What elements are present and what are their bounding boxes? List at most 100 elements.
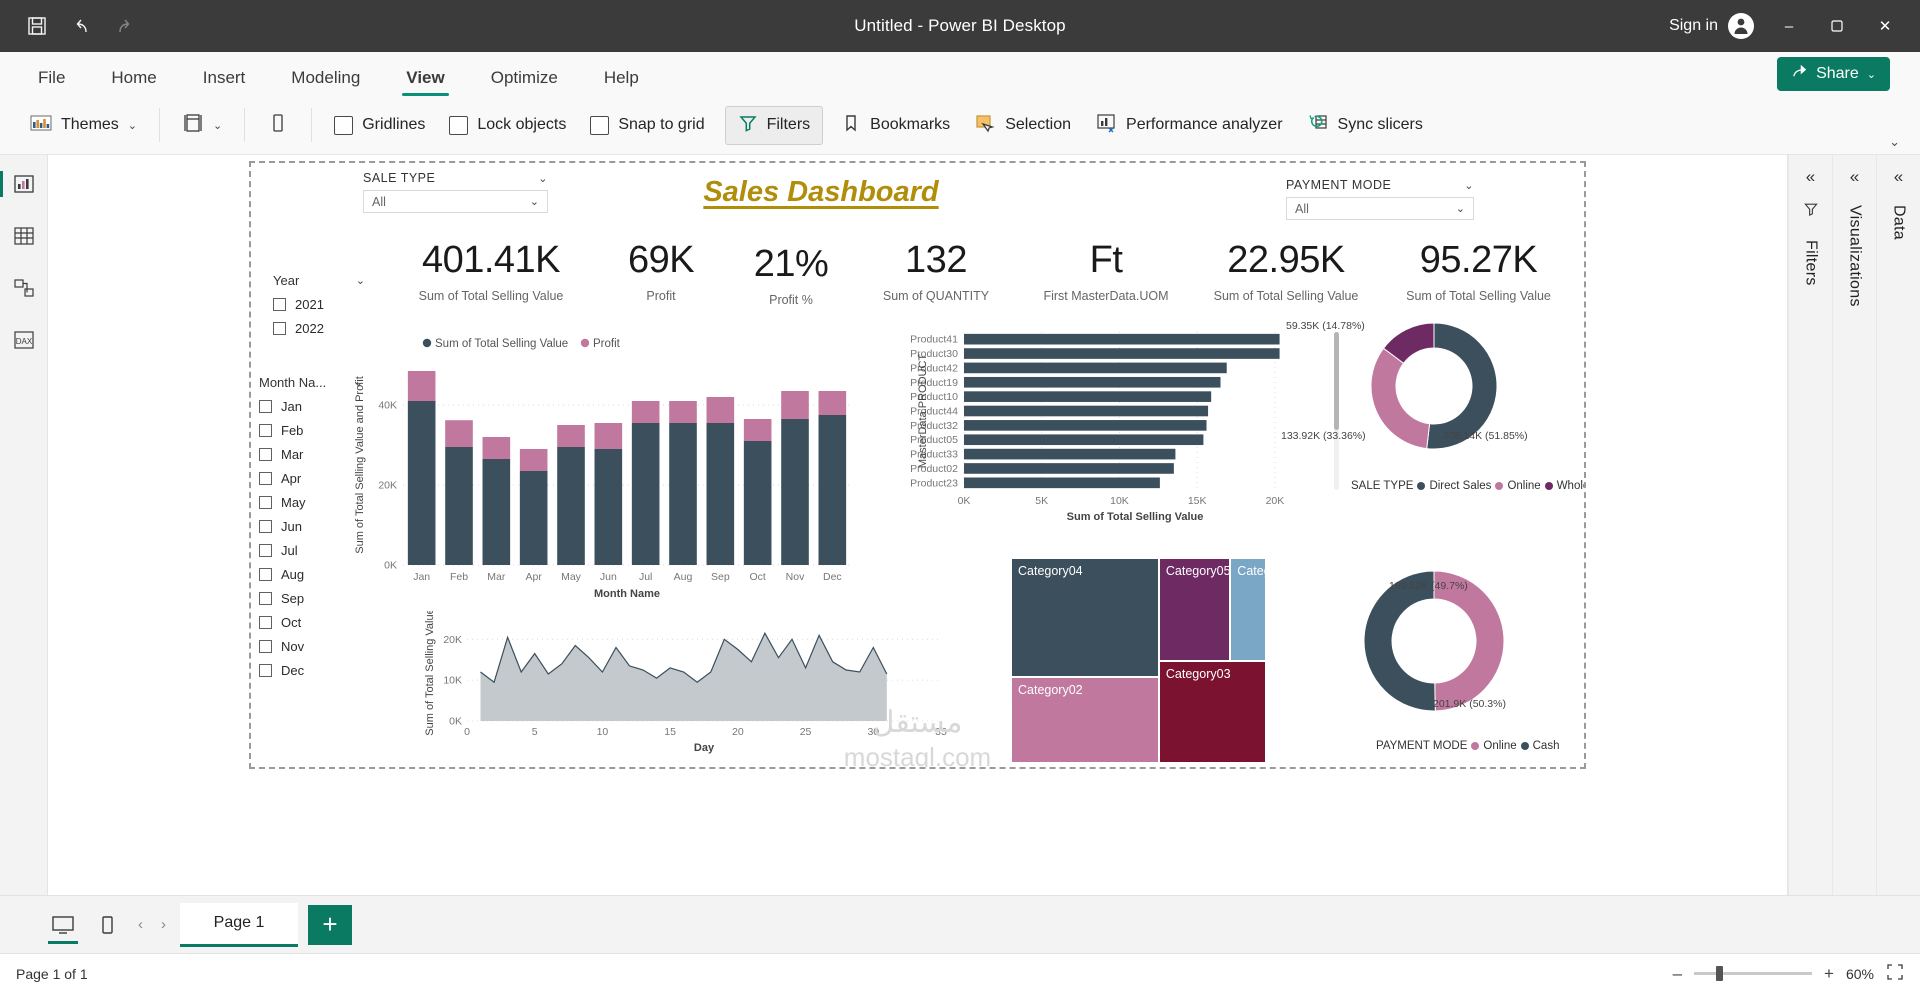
- checkbox-icon[interactable]: [259, 448, 272, 461]
- dax-query-view-icon[interactable]: DAX: [9, 325, 39, 355]
- chevron-down-icon[interactable]: ⌄: [1464, 179, 1474, 192]
- chart-daily-area[interactable]: 0K 10K 20K 0 5 10 15 20 25 30 35 Day Sum of Total Se…: [421, 608, 981, 767]
- kpi-card-selling-value-2[interactable]: 22.95K Sum of Total Selling Value: [1191, 241, 1381, 303]
- checkbox-icon[interactable]: [259, 664, 272, 677]
- kpi-card-profit-percent[interactable]: 21% Profit %: [731, 245, 851, 307]
- page-tab-page-1[interactable]: Page 1: [180, 902, 298, 947]
- chevron-down-icon[interactable]: ⌄: [538, 172, 548, 185]
- zoom-out-button[interactable]: –: [1673, 964, 1682, 984]
- checkbox-icon[interactable]: [259, 424, 272, 437]
- maximize-restore-button[interactable]: [1814, 4, 1860, 48]
- snap-to-grid-checkbox[interactable]: [590, 115, 610, 135]
- slicer-payment-mode[interactable]: PAYMENT MODE ⌄ All ⌄: [1286, 178, 1474, 220]
- slicer-sale-type[interactable]: SALE TYPE ⌄ All ⌄: [363, 171, 548, 213]
- collapse-ribbon-icon[interactable]: ⌄: [1889, 134, 1900, 150]
- sync-slicers-button[interactable]: Sync slicers: [1295, 107, 1435, 144]
- zoom-in-button[interactable]: +: [1824, 964, 1834, 984]
- add-page-button[interactable]: +: [308, 904, 352, 945]
- sign-in-button[interactable]: Sign in: [1659, 9, 1764, 43]
- slicer-month-option-nov[interactable]: Nov: [259, 639, 363, 654]
- share-button[interactable]: Share ⌄: [1777, 57, 1890, 91]
- kpi-card-profit[interactable]: 69K Profit: [601, 241, 721, 303]
- slicer-month-option-dec[interactable]: Dec: [259, 663, 363, 678]
- checkbox-icon[interactable]: [259, 568, 272, 581]
- slicer-year-option-2021[interactable]: 2021: [273, 297, 365, 312]
- table-view-icon[interactable]: [9, 221, 39, 251]
- treemap-cell[interactable]: Category04: [1011, 558, 1159, 677]
- svg-text:Sum of Total Selling Value and: Sum of Total Selling Value and Profit: [354, 376, 366, 554]
- mobile-layout-icon[interactable]: [90, 910, 124, 940]
- mobile-layout-button[interactable]: [255, 106, 301, 145]
- kpi-card-total-selling-value[interactable]: 401.41K Sum of Total Selling Value: [401, 241, 581, 303]
- zoom-slider-thumb[interactable]: [1716, 966, 1724, 981]
- checkbox-icon[interactable]: [259, 400, 272, 413]
- performance-analyzer-button[interactable]: Performance analyzer: [1083, 107, 1295, 144]
- ribbon-tab-view[interactable]: View: [386, 62, 464, 96]
- page-view-button[interactable]: ⌄: [170, 106, 234, 145]
- ribbon-tab-insert[interactable]: Insert: [183, 62, 266, 96]
- bookmarks-button[interactable]: Bookmarks: [829, 107, 962, 144]
- ribbon-tab-help[interactable]: Help: [584, 62, 659, 96]
- lock-objects-toggle[interactable]: Lock objects: [437, 110, 578, 141]
- gridlines-checkbox[interactable]: [334, 115, 354, 135]
- checkbox-icon[interactable]: [259, 544, 272, 557]
- chart-monthly-stacked-column[interactable]: Sum of Total Selling Value Profit 0K 20K 40K…: [347, 325, 857, 605]
- visualizations-pane-collapsed[interactable]: « Visualizations: [1832, 155, 1876, 895]
- zoom-slider[interactable]: [1694, 966, 1813, 981]
- chart-sale-type-donut[interactable]: SALE TYPE Direct Sales Online Wholesaler…: [1281, 308, 1584, 503]
- kpi-card-uom[interactable]: Ft First MasterData.UOM: [1016, 241, 1196, 303]
- previous-page-button[interactable]: ‹: [134, 916, 147, 933]
- checkbox-icon[interactable]: [259, 496, 272, 509]
- treemap-cell[interactable]: Category02: [1011, 676, 1159, 763]
- model-view-icon[interactable]: [9, 273, 39, 303]
- ribbon-tab-modeling[interactable]: Modeling: [271, 62, 380, 96]
- selection-button[interactable]: Selection: [962, 107, 1083, 144]
- filters-pane-collapsed[interactable]: « Filters: [1788, 155, 1832, 895]
- minimize-button[interactable]: –: [1766, 4, 1812, 48]
- slicer-month-option-oct[interactable]: Oct: [259, 615, 363, 630]
- gridlines-toggle[interactable]: Gridlines: [322, 110, 437, 141]
- themes-button[interactable]: Themes ⌄: [18, 107, 149, 144]
- slicer-payment-mode-dropdown[interactable]: All ⌄: [1286, 197, 1474, 220]
- treemap-cell[interactable]: Category01: [1230, 558, 1266, 661]
- filters-button[interactable]: Filters: [724, 105, 824, 145]
- checkbox-icon[interactable]: [259, 640, 272, 653]
- kpi-card-quantity[interactable]: 132 Sum of QUANTITY: [856, 241, 1016, 303]
- checkbox-icon[interactable]: [259, 472, 272, 485]
- checkbox-icon[interactable]: [259, 520, 272, 533]
- lock-objects-checkbox[interactable]: [449, 115, 469, 135]
- kpi-value: Ft: [1089, 239, 1123, 281]
- treemap-cell[interactable]: Category03: [1158, 660, 1266, 763]
- redo-icon[interactable]: [112, 13, 138, 39]
- checkbox-icon[interactable]: [273, 298, 286, 311]
- ribbon-tab-optimize[interactable]: Optimize: [471, 62, 578, 96]
- save-icon[interactable]: [24, 13, 50, 39]
- chart-product-bar[interactable]: 0K 5K 10K 15K 20K Product41 Product30 Product42…: [846, 318, 1356, 538]
- ribbon-tab-file[interactable]: File: [18, 62, 85, 96]
- checkbox-icon[interactable]: [259, 616, 272, 629]
- treemap-cell[interactable]: Category05: [1158, 558, 1231, 661]
- chart-category-treemap[interactable]: Category04 Category05 Category01 Category02…: [1011, 558, 1266, 763]
- next-page-button[interactable]: ›: [157, 916, 170, 933]
- ribbon-tab-home[interactable]: Home: [91, 62, 176, 96]
- data-pane-collapsed[interactable]: « Data: [1876, 155, 1920, 895]
- expand-visualizations-icon[interactable]: «: [1850, 167, 1859, 187]
- report-view-icon[interactable]: [0, 169, 39, 199]
- checkbox-icon[interactable]: [259, 592, 272, 605]
- snap-to-grid-toggle[interactable]: Snap to grid: [578, 110, 716, 141]
- close-button[interactable]: ✕: [1862, 4, 1908, 48]
- svg-text:Product41: Product41: [910, 334, 958, 346]
- expand-data-icon[interactable]: «: [1894, 167, 1903, 187]
- checkbox-icon[interactable]: [273, 322, 286, 335]
- expand-filters-icon[interactable]: «: [1806, 167, 1815, 187]
- fit-to-page-icon[interactable]: [1886, 963, 1904, 984]
- chevron-down-icon[interactable]: ⌄: [356, 274, 365, 287]
- undo-icon[interactable]: [68, 13, 94, 39]
- desktop-layout-icon[interactable]: [46, 910, 80, 944]
- filter-icon: [738, 113, 758, 138]
- kpi-card-selling-value-3[interactable]: 95.27K Sum of Total Selling Value: [1381, 241, 1576, 303]
- slicer-sale-type-dropdown[interactable]: All ⌄: [363, 190, 548, 213]
- chart-payment-mode-donut[interactable]: PAYMENT MODE Online Cash 199.52K (49.7%)…: [1291, 558, 1581, 763]
- report-page-canvas[interactable]: SALE TYPE ⌄ All ⌄ PAYMENT MODE ⌄ All ⌄ S…: [249, 161, 1586, 769]
- visualizations-pane-label: Visualizations: [1846, 205, 1864, 307]
